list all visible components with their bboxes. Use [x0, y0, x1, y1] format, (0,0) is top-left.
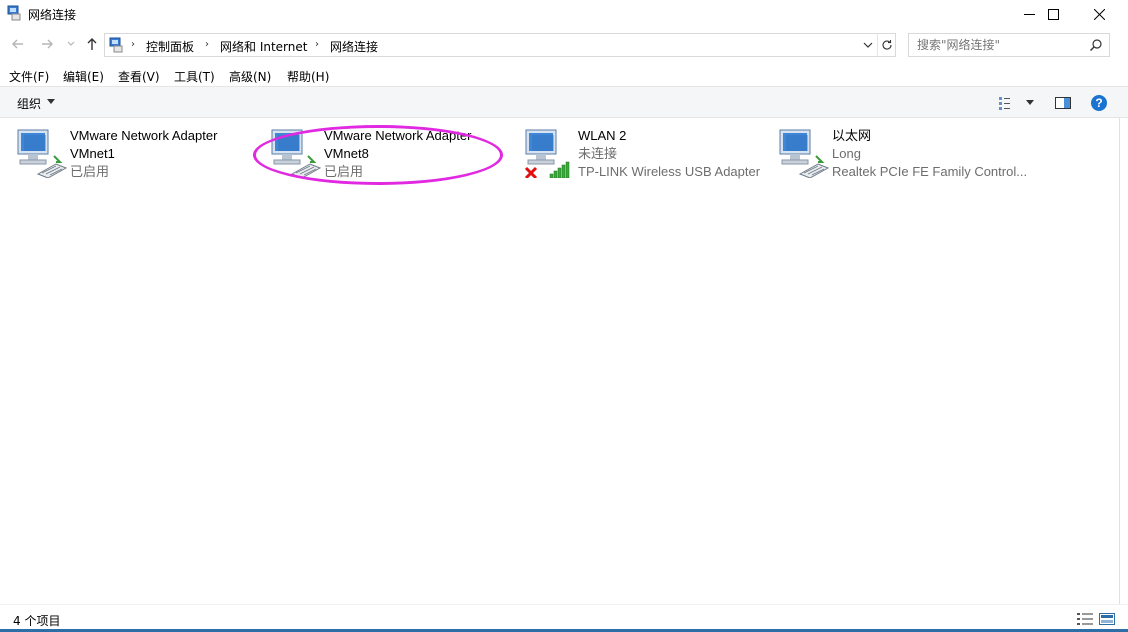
adapter-device: 未连接	[578, 146, 618, 161]
title-bar: 网络连接	[0, 0, 1128, 28]
adapter-status: Realtek PCIe FE Family Control...	[832, 164, 1028, 179]
breadcrumb-separator-icon: ›	[315, 39, 319, 50]
menu-edit[interactable]: 编辑(E)	[63, 68, 104, 85]
view-dropdown-button[interactable]	[1020, 93, 1040, 113]
network-adapter-icon	[17, 129, 68, 178]
menu-tools[interactable]: 工具(T)	[174, 68, 215, 85]
arrow-right-icon	[42, 39, 53, 49]
large-icons-view-icon	[1099, 613, 1115, 625]
adapter-details: 以太网 Long Realtek PCIe FE Family Control.…	[832, 127, 1027, 181]
adapter-device: Long	[832, 146, 861, 161]
arrow-up-icon	[87, 38, 97, 50]
refresh-button[interactable]	[877, 34, 896, 56]
caret-down-icon[interactable]	[47, 99, 55, 105]
up-button[interactable]	[84, 36, 100, 52]
arrow-left-icon	[12, 39, 23, 49]
control-panel-icon	[109, 37, 123, 53]
preview-pane-icon	[1055, 97, 1071, 109]
help-icon: ?	[1091, 95, 1107, 111]
item-count: 4 个项目	[13, 614, 61, 628]
window-title: 网络连接	[28, 8, 77, 22]
connections-list: VMware Network Adapter VMnet1 已启用 VMware…	[0, 118, 1120, 604]
breadcrumb-network-connections[interactable]: 网络连接	[330, 38, 378, 55]
preview-pane-button[interactable]	[1053, 93, 1073, 113]
chevron-down-icon	[67, 41, 75, 46]
content-border	[1119, 118, 1120, 604]
close-button[interactable]	[1076, 0, 1122, 28]
command-bar: 组织 ?	[0, 86, 1128, 118]
adapter-ethernet[interactable]: 以太网 Long Realtek PCIe FE Family Control.…	[778, 126, 1028, 186]
breadcrumb-control-panel[interactable]: 控制面板	[146, 38, 194, 55]
menu-file[interactable]: 文件(F)	[9, 68, 49, 85]
back-button[interactable]	[10, 36, 26, 52]
recent-locations-button[interactable]	[63, 36, 79, 52]
change-view-button[interactable]	[997, 93, 1017, 113]
breadcrumb-separator-icon: ›	[205, 39, 209, 50]
caret-down-icon	[1026, 100, 1034, 105]
adapter-status: 已启用	[70, 164, 110, 179]
address-bar[interactable]: › 控制面板 › 网络和 Internet › 网络连接	[104, 33, 896, 57]
search-icon	[1090, 39, 1102, 51]
close-icon	[1093, 8, 1105, 20]
menu-advanced[interactable]: 高级(N)	[229, 68, 271, 85]
view-options-icon	[999, 97, 1010, 110]
network-connections-icon	[7, 5, 21, 21]
svg-text:?: ?	[1095, 96, 1102, 110]
help-button[interactable]: ?	[1089, 93, 1109, 113]
menu-bar: 文件(F) 编辑(E) 查看(V) 工具(T) 高级(N) 帮助(H)	[0, 64, 1128, 86]
forward-button[interactable]	[39, 36, 55, 52]
maximize-icon	[1047, 8, 1059, 20]
maximize-button[interactable]	[1030, 0, 1076, 28]
address-row: › 控制面板 › 网络和 Internet › 网络连接	[0, 30, 1128, 58]
adapter-name: VMware Network Adapter	[70, 128, 218, 143]
refresh-icon	[882, 40, 892, 50]
adapter-vmnet8[interactable]: VMware Network Adapter VMnet8 已启用	[270, 126, 520, 186]
organize-button[interactable]: 组织	[17, 95, 41, 112]
adapter-wlan2[interactable]: WLAN 2 未连接 TP-LINK Wireless USB Adapter	[524, 126, 774, 186]
adapter-device: VMnet8	[324, 146, 369, 161]
adapter-details: WLAN 2 未连接 TP-LINK Wireless USB Adapter	[578, 127, 760, 181]
adapter-device: VMnet1	[70, 146, 115, 161]
adapter-details: VMware Network Adapter VMnet1 已启用	[70, 127, 217, 181]
adapter-name: VMware Network Adapter	[324, 128, 472, 143]
network-adapter-icon	[779, 129, 830, 178]
search-box[interactable]	[908, 33, 1110, 57]
adapter-name: WLAN 2	[578, 128, 627, 143]
wireless-adapter-icon	[524, 129, 570, 178]
address-dropdown-icon[interactable]	[861, 38, 875, 52]
adapter-status: TP-LINK Wireless USB Adapter	[578, 164, 761, 179]
status-bar: 4 个项目	[0, 604, 1128, 632]
network-adapter-icon	[271, 129, 322, 178]
search-input[interactable]	[917, 37, 1087, 53]
details-view-button[interactable]	[1077, 612, 1093, 626]
breadcrumb-network-internet[interactable]: 网络和 Internet	[220, 38, 307, 55]
adapter-details: VMware Network Adapter VMnet8 已启用	[324, 127, 471, 181]
menu-help[interactable]: 帮助(H)	[287, 68, 329, 85]
large-icons-view-button[interactable]	[1099, 612, 1115, 626]
details-view-icon	[1077, 613, 1093, 625]
breadcrumb-separator-icon: ›	[131, 39, 135, 50]
adapter-vmnet1[interactable]: VMware Network Adapter VMnet1 已启用	[16, 126, 266, 186]
adapter-status: 已启用	[324, 164, 364, 179]
adapter-name: 以太网	[832, 128, 872, 143]
menu-view[interactable]: 查看(V)	[118, 68, 160, 85]
